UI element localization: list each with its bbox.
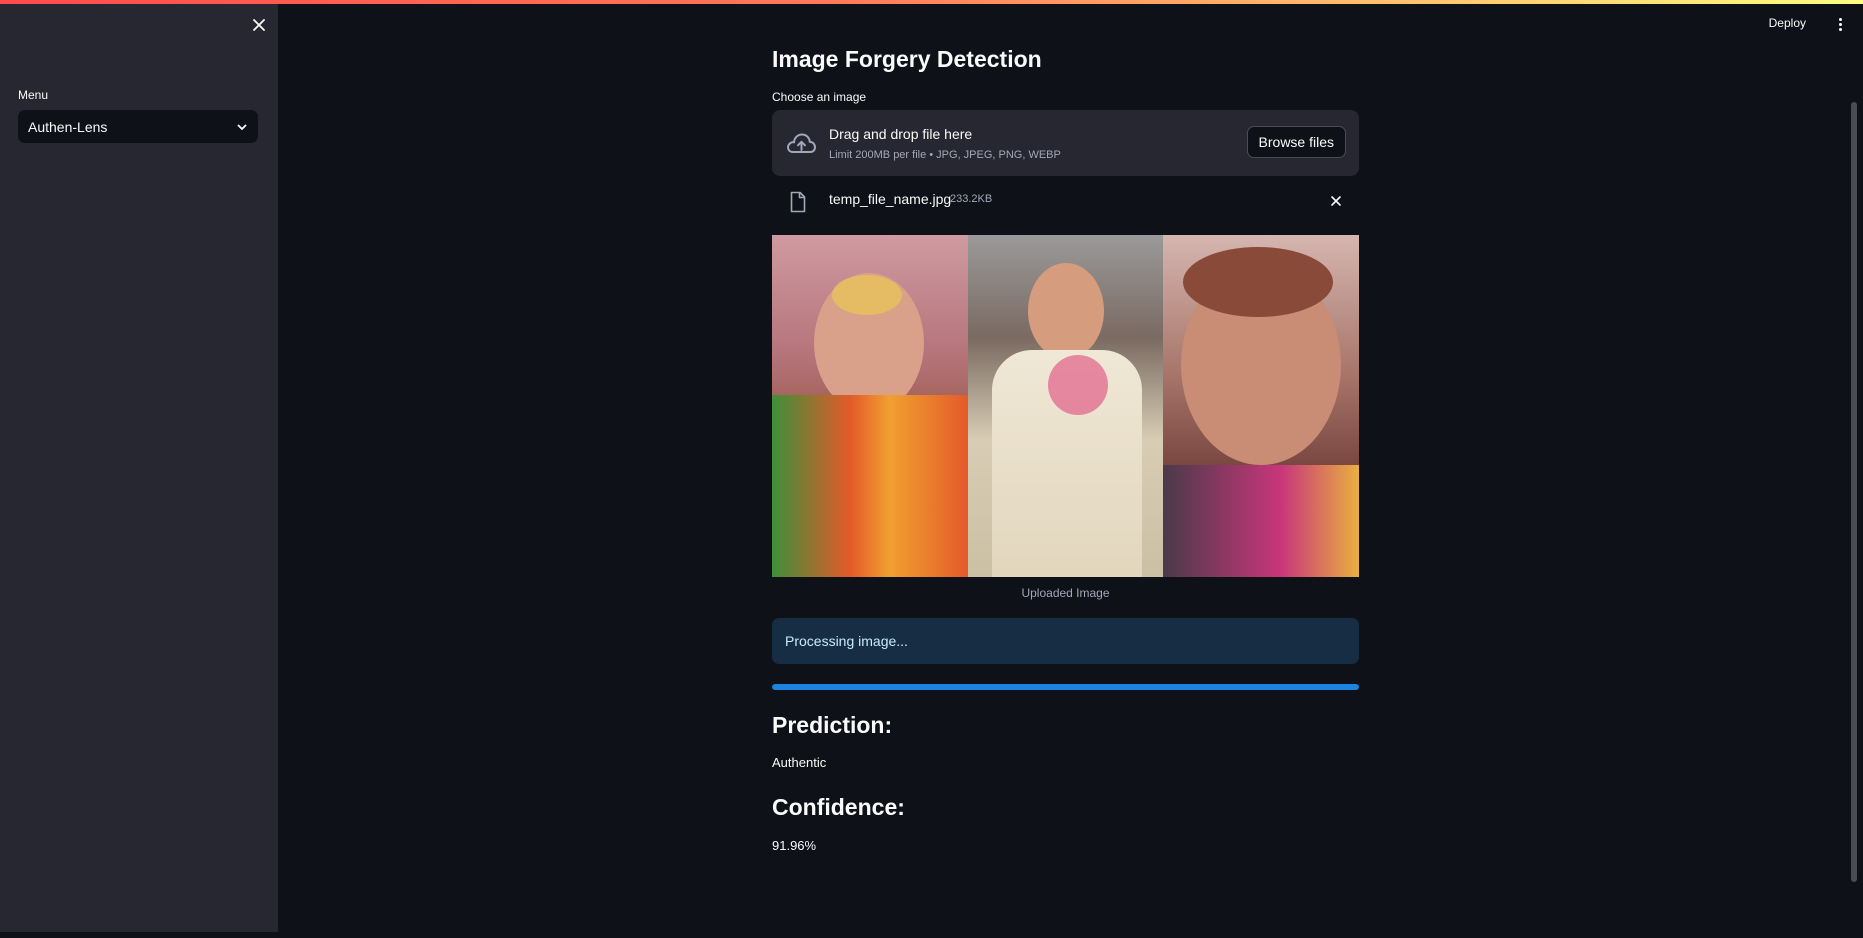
top-decoration-stripe [0, 0, 1863, 4]
deploy-button[interactable]: Deploy [1769, 16, 1806, 30]
image-panel-right [1163, 235, 1359, 577]
page-title: Image Forgery Detection [772, 46, 1042, 72]
sidebar: Menu Authen-Lens [0, 0, 278, 932]
progress-bar-fill [772, 684, 1359, 690]
close-icon [253, 19, 265, 31]
confidence-value: 91.96% [772, 838, 817, 853]
main-area: Deploy Image Forgery Detection Choose an… [278, 0, 1863, 932]
browse-files-button[interactable]: Browse files [1246, 126, 1346, 158]
uploaded-image [772, 235, 1359, 577]
prediction-value: Authentic [772, 755, 827, 770]
image-panel-left [772, 235, 968, 577]
menu-label: Menu [18, 88, 49, 102]
scrollbar[interactable] [1851, 102, 1857, 882]
file-size: 233.2KB [950, 193, 993, 205]
chevron-down-icon [237, 124, 247, 130]
file-dropzone[interactable]: Drag and drop file here Limit 200MB per … [772, 110, 1359, 176]
image-panel-center [967, 235, 1164, 577]
image-caption: Uploaded Image [1021, 586, 1110, 600]
close-icon [1331, 196, 1341, 206]
progress-bar [772, 684, 1359, 690]
prediction-heading: Prediction: [772, 712, 893, 738]
file-icon [790, 191, 806, 213]
kebab-menu-icon [1838, 17, 1842, 21]
dropzone-title: Drag and drop file here [829, 126, 973, 142]
remove-file-button[interactable] [1327, 192, 1345, 210]
cloud-upload-icon [787, 133, 817, 153]
uploader-label: Choose an image [772, 90, 867, 104]
status-text: Processing image... [785, 633, 908, 649]
file-name: temp_file_name.jpg [829, 191, 952, 207]
dropzone-limit-text: Limit 200MB per file • JPG, JPEG, PNG, W… [829, 149, 1061, 161]
main-menu-button[interactable] [1833, 14, 1847, 34]
menu-selected-value: Authen-Lens [28, 118, 108, 135]
uploaded-file-row: temp_file_name.jpg 233.2KB [772, 188, 1359, 218]
confidence-heading: Confidence: [772, 794, 905, 820]
close-sidebar-button[interactable] [248, 14, 270, 36]
status-info-box: Processing image... [772, 618, 1359, 664]
menu-select[interactable]: Authen-Lens [18, 110, 258, 143]
